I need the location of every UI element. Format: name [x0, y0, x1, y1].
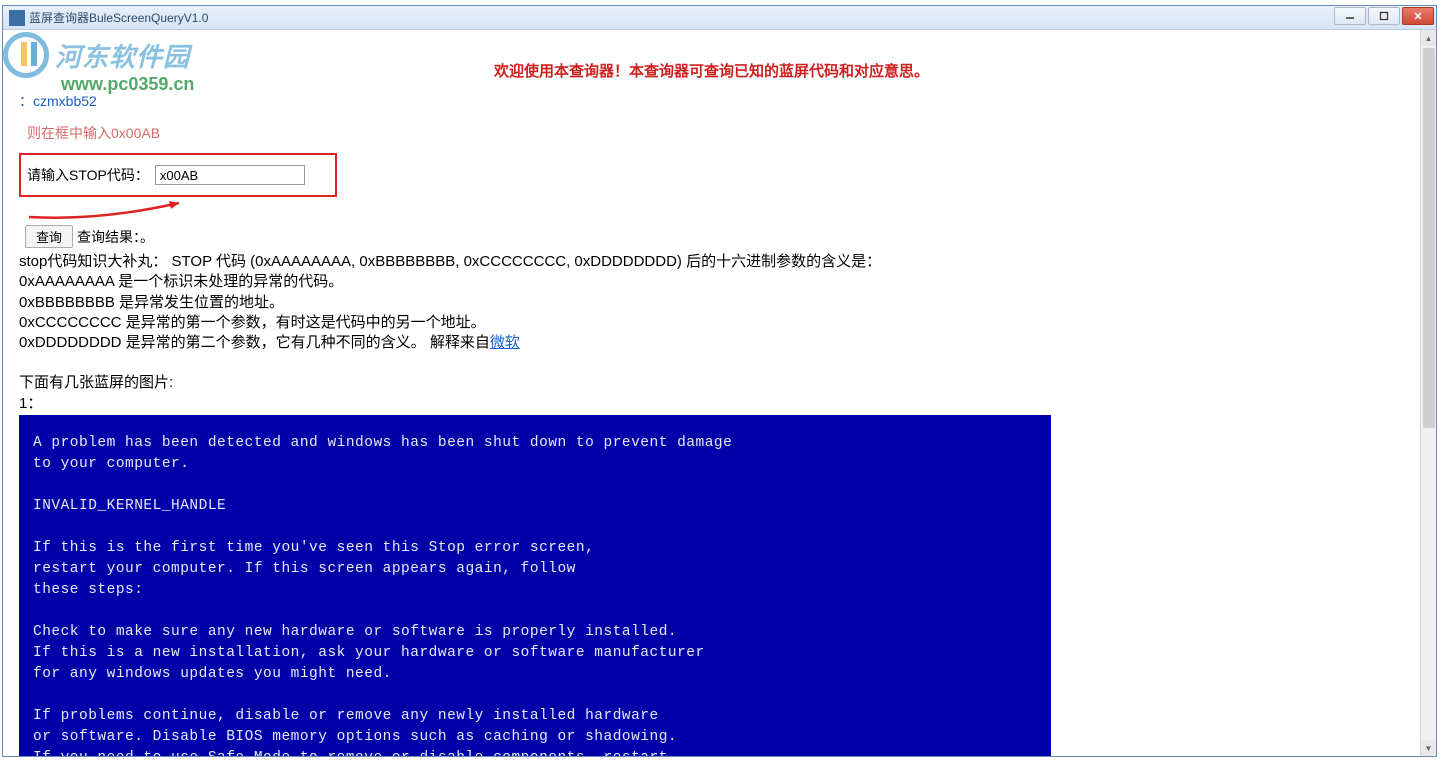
explain-line-4: 0xCCCCCCCC 是异常的第一个参数，有时这是代码中的另一个地址。 — [19, 313, 1404, 333]
scroll-up-button[interactable]: ▲ — [1421, 30, 1436, 46]
maximize-button[interactable] — [1368, 7, 1400, 25]
window-title: 蓝屏查询器BuleScreenQueryV1.0 — [29, 9, 208, 26]
stop-code-input-group: 请输入STOP代码： — [19, 153, 337, 197]
explain-line-3: 0xBBBBBBBB 是异常发生位置的地址。 — [19, 293, 1404, 313]
explain-line-1: stop代码知识大补丸： STOP 代码 (0xAAAAAAAA, 0xBBBB… — [19, 252, 1404, 272]
window-controls — [1334, 7, 1434, 25]
annotation-arrow-icon — [19, 199, 189, 221]
bsod-screenshot: A problem has been detected and windows … — [19, 415, 1051, 756]
welcome-text: 欢迎使用本查询器！本查询器可查询已知的蓝屏代码和对应意思。 — [19, 60, 1404, 81]
close-button[interactable] — [1402, 7, 1434, 25]
titlebar: 蓝屏查询器BuleScreenQueryV1.0 — [3, 6, 1436, 30]
bsod-section-heading: 下面有几张蓝屏的图片: — [19, 371, 1404, 392]
query-result-label: 查询结果：。 — [77, 227, 154, 247]
explain-line-2: 0xAAAAAAAA 是一个标识未处理的异常的代码。 — [19, 272, 1404, 292]
scroll-thumb[interactable] — [1423, 48, 1435, 428]
minimize-button[interactable] — [1334, 7, 1366, 25]
scroll-down-button[interactable]: ▼ — [1421, 740, 1436, 756]
vertical-scrollbar[interactable]: ▲ ▼ — [1420, 30, 1436, 756]
explain-line-5: 0xDDDDDDDD 是异常的第二个参数，它有几种不同的含义。 解释来自微软 — [19, 333, 1404, 353]
stop-code-input[interactable] — [155, 165, 305, 185]
author-line: ：czmxbb52 — [19, 91, 1404, 111]
page-content: 欢迎使用本查询器！本查询器可查询已知的蓝屏代码和对应意思。 ：czmxbb52 … — [3, 30, 1420, 756]
app-window: 蓝屏查询器BuleScreenQueryV1.0 河东软件园 — [2, 5, 1437, 757]
app-icon — [9, 10, 25, 26]
input-hint: 则在框中输入0x00AB — [27, 123, 1404, 143]
bsod-image-index: 1： — [19, 392, 1404, 413]
query-row: 查询 查询结果：。 — [25, 225, 1404, 248]
client-area: 河东软件园 www.pc0359.cn ▲ ▼ 欢迎使用本查询器！本查询器可查询… — [3, 30, 1436, 756]
stop-code-explanation: stop代码知识大补丸： STOP 代码 (0xAAAAAAAA, 0xBBBB… — [19, 252, 1404, 353]
stop-code-label: 请输入STOP代码： — [27, 165, 149, 185]
query-button[interactable]: 查询 — [25, 225, 73, 248]
microsoft-link[interactable]: 微软 — [490, 334, 520, 351]
bsod-image-section: 下面有几张蓝屏的图片: 1： A problem has been detect… — [19, 371, 1404, 756]
